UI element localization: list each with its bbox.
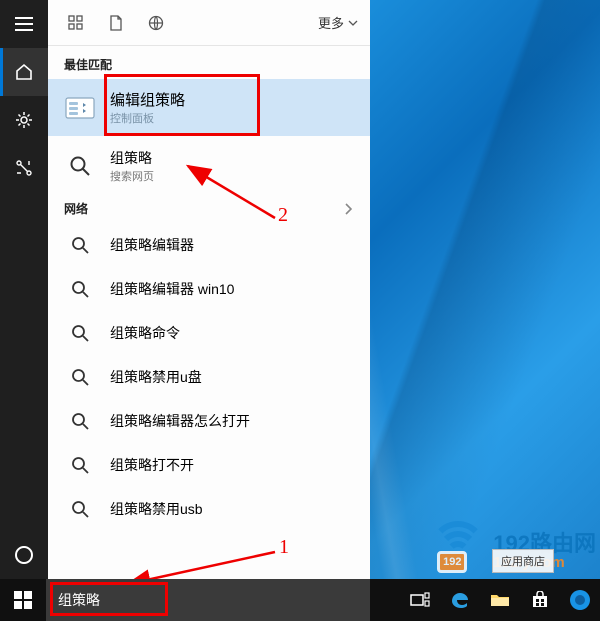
menu-icon[interactable] <box>0 0 48 48</box>
cortana-icon[interactable] <box>0 531 48 579</box>
store-icon[interactable] <box>520 579 560 621</box>
web-section-header[interactable]: 网络 <box>48 194 370 223</box>
web-suggestion-title: 组策略 <box>110 148 154 168</box>
taskbar-search-box[interactable]: 组策略 <box>46 579 370 621</box>
search-left-rail <box>0 0 48 579</box>
app-icon-blue[interactable] <box>560 579 600 621</box>
web-result-label: 组策略编辑器 win10 <box>110 279 234 299</box>
chevron-right-icon <box>344 203 352 215</box>
best-match-label: 最佳匹配 <box>48 46 370 79</box>
web-result-label: 组策略禁用usb <box>110 499 203 519</box>
web-result-label: 组策略打不开 <box>110 455 194 475</box>
search-input-value: 组策略 <box>58 590 100 610</box>
best-match-subtitle: 控制面板 <box>110 110 185 126</box>
filter-web-icon[interactable] <box>136 0 176 46</box>
search-icon <box>64 449 96 481</box>
search-icon <box>64 317 96 349</box>
filter-row: 更多 <box>48 0 370 46</box>
chevron-down-icon <box>348 20 358 26</box>
web-result-label: 组策略禁用u盘 <box>110 367 202 387</box>
web-suggestion-primary[interactable]: 组策略 搜索网页 <box>48 136 370 194</box>
start-button[interactable] <box>0 579 46 621</box>
file-explorer-icon[interactable] <box>480 579 520 621</box>
gear-icon[interactable] <box>0 96 48 144</box>
filter-more[interactable]: 更多 <box>314 13 362 32</box>
web-result-item[interactable]: 组策略禁用usb <box>48 487 370 531</box>
search-icon <box>64 150 96 182</box>
search-icon <box>64 273 96 305</box>
web-result-label: 组策略编辑器怎么打开 <box>110 411 250 431</box>
web-section-label: 网络 <box>64 200 88 217</box>
search-icon <box>64 493 96 525</box>
web-result-item[interactable]: 组策略编辑器怎么打开 <box>48 399 370 443</box>
filter-more-label: 更多 <box>318 13 344 32</box>
filter-documents-icon[interactable] <box>96 0 136 46</box>
search-icon <box>64 229 96 261</box>
timeline-icon[interactable] <box>0 144 48 192</box>
store-tooltip: 应用商店 <box>492 549 554 573</box>
web-result-label: 组策略命令 <box>110 323 180 343</box>
best-match-result[interactable]: 编辑组策略 控制面板 <box>48 79 370 136</box>
search-icon <box>64 405 96 437</box>
home-icon[interactable] <box>0 48 48 96</box>
web-suggestion-subtitle: 搜索网页 <box>110 168 154 184</box>
taskbar-tray <box>400 579 600 621</box>
search-results-panel: 更多 最佳匹配 编辑组策略 控制面板 组策略 搜索网页 网络 组策略编辑器 <box>48 0 370 579</box>
search-icon <box>64 361 96 393</box>
control-panel-icon <box>64 92 96 124</box>
web-result-item[interactable]: 组策略禁用u盘 <box>48 355 370 399</box>
filter-apps-icon[interactable] <box>56 0 96 46</box>
web-result-item[interactable]: 组策略打不开 <box>48 443 370 487</box>
web-results-list: 组策略编辑器 组策略编辑器 win10 组策略命令 组策略禁用u盘 组策略编辑器… <box>48 223 370 531</box>
taskbar: 组策略 <box>0 579 600 621</box>
best-match-title: 编辑组策略 <box>110 89 185 110</box>
web-result-item[interactable]: 组策略编辑器 <box>48 223 370 267</box>
edge-icon[interactable] <box>440 579 480 621</box>
web-result-label: 组策略编辑器 <box>110 235 194 255</box>
web-result-item[interactable]: 组策略命令 <box>48 311 370 355</box>
task-view-button[interactable] <box>400 579 440 621</box>
web-result-item[interactable]: 组策略编辑器 win10 <box>48 267 370 311</box>
